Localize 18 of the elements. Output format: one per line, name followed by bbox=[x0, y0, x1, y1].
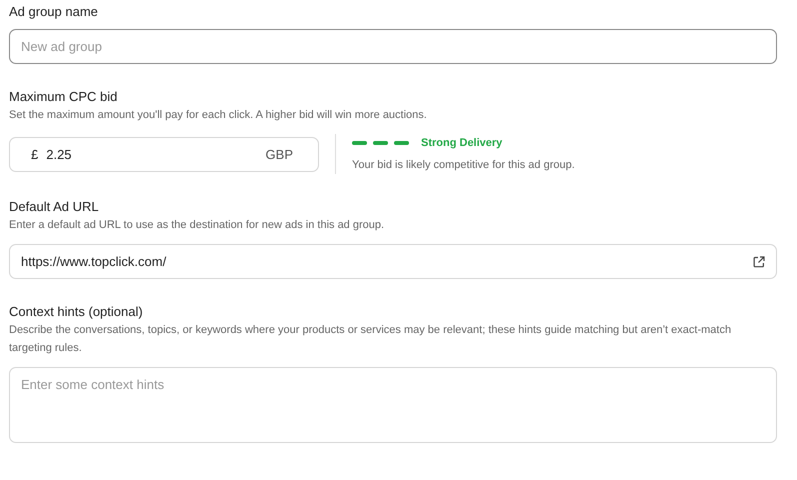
field-label: Default Ad URL bbox=[9, 199, 100, 214]
name-input[interactable]: New ad group bbox=[21, 39, 765, 54]
field-description: Enter a default ad URL to use as the destination for new ads in this ad group. bbox=[9, 218, 386, 233]
bid-input[interactable]: 2.25 bbox=[46, 146, 258, 162]
url-field[interactable]: https://www.topclick.com/ bbox=[9, 244, 777, 279]
url-input[interactable]: https://www.topclick.com/ bbox=[21, 254, 745, 269]
currency-code: GBP bbox=[266, 146, 294, 162]
field-label: Context hints (optional) bbox=[9, 304, 144, 319]
field-description: Describe the conversations, topics, or keywords where your products or services may be relevant; these hints guide matching but aren’t exact-match targeting rules. bbox=[9, 323, 732, 356]
field-label: Maximum CPC bid bbox=[9, 89, 118, 104]
delivery-status: Strong Delivery bbox=[421, 137, 502, 149]
name-field[interactable]: New ad group bbox=[9, 29, 777, 64]
currency-symbol: £ bbox=[30, 146, 38, 162]
field-description: Set the maximum amount you'll pay for each click. A higher bid will win more auctions. bbox=[9, 108, 428, 123]
field-label: Ad group name bbox=[9, 4, 99, 19]
external-link-icon[interactable] bbox=[753, 256, 765, 268]
bid-field[interactable]: £ 2.25 GBP bbox=[9, 136, 319, 172]
bid-note: Your bid is likely competitive for this ad group. bbox=[352, 159, 575, 171]
